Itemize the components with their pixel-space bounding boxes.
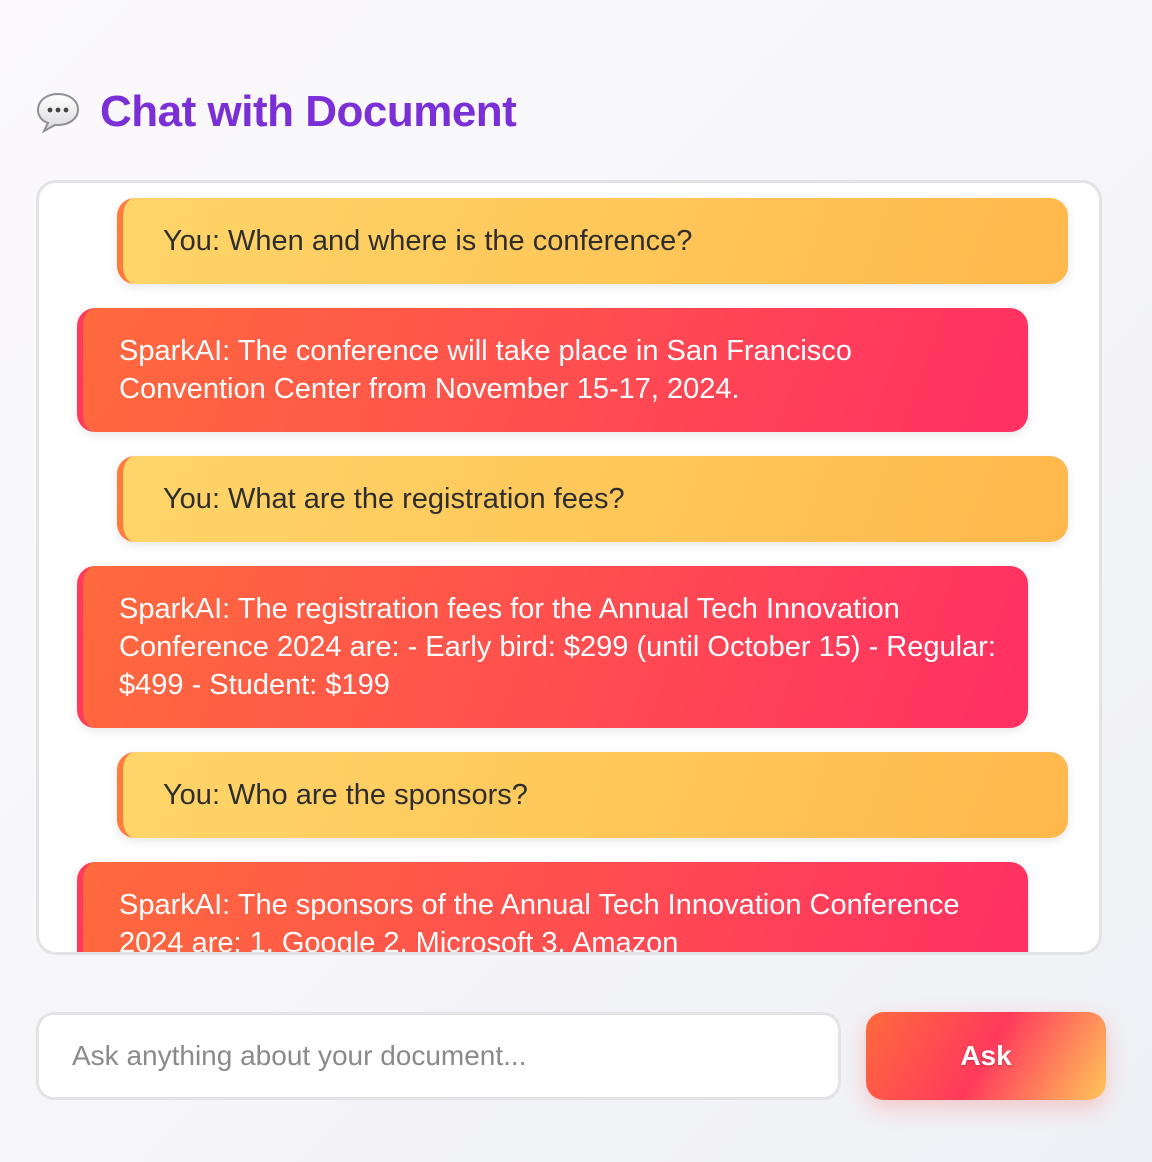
bot-message: SparkAI: The sponsors of the Annual Tech… bbox=[77, 862, 1028, 952]
chat-header: Chat with Document bbox=[34, 84, 517, 140]
ask-button[interactable]: Ask bbox=[866, 1012, 1106, 1100]
chat-history[interactable]: You: When and where is the conference? S… bbox=[36, 180, 1102, 955]
user-message: You: Who are the sponsors? bbox=[117, 752, 1068, 838]
user-message: You: What are the registration fees? bbox=[117, 456, 1068, 542]
question-input-box[interactable] bbox=[36, 1012, 841, 1100]
user-message: You: When and where is the conference? bbox=[117, 198, 1068, 284]
speech-bubble-icon bbox=[34, 88, 82, 136]
page-title: Chat with Document bbox=[100, 87, 517, 136]
bot-message: SparkAI: The registration fees for the A… bbox=[77, 566, 1028, 728]
question-input[interactable] bbox=[70, 1039, 838, 1073]
bot-message: SparkAI: The conference will take place … bbox=[77, 308, 1028, 432]
